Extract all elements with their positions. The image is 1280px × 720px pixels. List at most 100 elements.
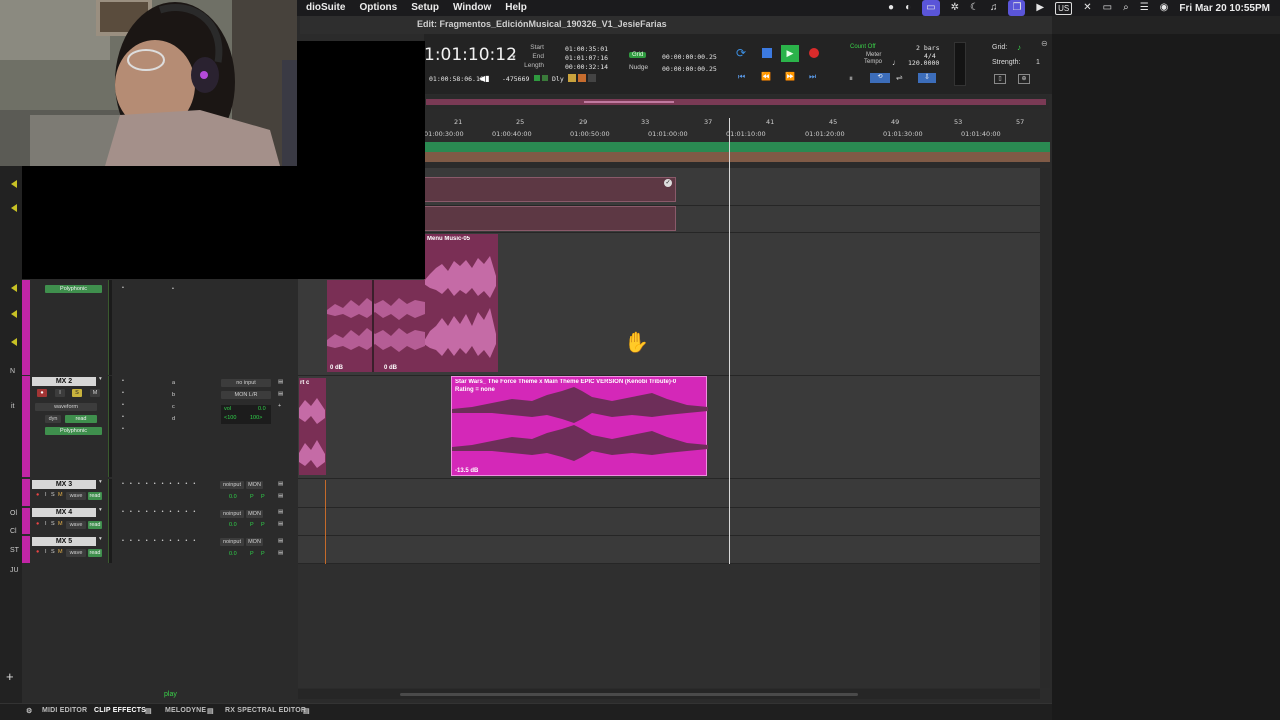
grid-right-label[interactable]: Grid: xyxy=(992,44,1007,51)
horizontal-scroll-thumb[interactable] xyxy=(400,693,858,696)
record-dot-icon[interactable]: ● xyxy=(888,0,894,16)
gear-icon[interactable]: ✲ xyxy=(951,0,959,16)
dly-label[interactable]: Dly xyxy=(552,75,564,83)
automation-mode[interactable]: read xyxy=(88,521,102,529)
speaker-icon[interactable]: ◀▮ xyxy=(479,74,490,83)
tab-rx-icon[interactable]: ▤ xyxy=(303,707,310,715)
record-arm-icon[interactable]: ● xyxy=(36,521,39,527)
tempo-label[interactable]: Tempo xyxy=(864,59,882,65)
dly-toggle-2[interactable] xyxy=(578,74,586,82)
menubar-clock[interactable]: Fri Mar 20 10:55PM xyxy=(1179,3,1270,14)
track-options-icon[interactable]: ▤ xyxy=(278,538,283,544)
play-button[interactable]: ▶ xyxy=(781,45,799,62)
insert-slot-dots[interactable]: •••••••••• xyxy=(122,538,201,544)
track-marker-icon[interactable] xyxy=(11,310,17,318)
track-marker-icon[interactable] xyxy=(11,204,17,212)
conductor-icon[interactable]: ⇌ xyxy=(896,73,903,82)
menu-app[interactable]: dioSuite xyxy=(299,0,352,16)
track-options-icon[interactable]: ▤ xyxy=(278,521,283,527)
start-value[interactable]: 01:00:35:01 xyxy=(565,45,608,53)
offset-value[interactable]: -475669 xyxy=(502,75,529,83)
play-icon[interactable]: ▶ xyxy=(1036,0,1044,16)
pre-roll-value[interactable]: 01:00:58:06.10 xyxy=(429,75,484,83)
grid-value[interactable]: 00:00:00:00.25 xyxy=(662,53,717,61)
markers-ruler[interactable] xyxy=(424,142,1050,152)
overview-strip[interactable] xyxy=(424,95,1049,109)
send-label[interactable]: d xyxy=(172,416,175,422)
timecode-ruler[interactable]: 01:00:30:00 01:00:40:00 01:00:50:00 01:0… xyxy=(424,130,1050,140)
zoom-in-icon[interactable]: ⊕ xyxy=(1018,74,1030,84)
midi-merge-icon[interactable]: ⏸ xyxy=(849,74,853,84)
nudge-value[interactable]: 00:00:00:00.25 xyxy=(662,65,717,73)
send-slot-dot[interactable]: • xyxy=(172,286,174,292)
input-monitor-button[interactable]: I xyxy=(45,492,47,498)
track-menu-icon[interactable]: ▾ xyxy=(99,376,102,382)
tab-melodyne[interactable]: MELODYNE xyxy=(165,707,206,714)
battery-icon[interactable]: ▭ xyxy=(1103,0,1112,16)
menu-setup[interactable]: Setup xyxy=(404,0,446,16)
search-icon[interactable]: ⌕ xyxy=(1123,0,1129,16)
insert-slot-dot[interactable]: • xyxy=(122,378,124,384)
menu-window[interactable]: Window xyxy=(446,0,498,16)
automation-mode[interactable]: read xyxy=(88,492,102,500)
track-name[interactable]: MX 5 xyxy=(32,537,96,546)
clip-menu-music-head[interactable]: 0 dB 0 dB xyxy=(327,280,425,372)
insert-slot-dot[interactable]: • xyxy=(122,414,124,420)
add-icon[interactable]: + xyxy=(6,669,14,684)
loop-record-icon[interactable]: ⟲ xyxy=(870,73,890,83)
solo-button[interactable]: S xyxy=(51,521,55,527)
tab-rx-spectral-editor[interactable]: RX SPECTRAL EDITOR xyxy=(225,707,306,714)
siri-icon[interactable]: ◉ xyxy=(1160,0,1169,16)
send-label[interactable]: c xyxy=(172,404,175,410)
playlist-mode-button[interactable]: Polyphonic xyxy=(45,285,102,293)
vertical-scrollbar[interactable] xyxy=(1040,168,1050,688)
headphones-icon[interactable]: ♫ xyxy=(990,0,998,16)
track-options-icon[interactable]: ▤ xyxy=(278,391,283,397)
lock-icon[interactable]: ◐ xyxy=(905,0,911,16)
loop-icon[interactable]: ⟳ xyxy=(736,46,746,60)
menu-help[interactable]: Help xyxy=(498,0,534,16)
stop-button[interactable] xyxy=(762,48,772,58)
solo-button[interactable]: S xyxy=(51,492,55,498)
clip-check-icon[interactable]: ✓ xyxy=(664,179,672,187)
go-to-end-icon[interactable]: ⏭ xyxy=(809,72,816,82)
moon-icon[interactable]: ☾ xyxy=(970,0,979,16)
insert-slot-dot[interactable]: • xyxy=(122,390,124,396)
tempo-ruler[interactable] xyxy=(424,152,1050,162)
grid-note-icon[interactable]: ♪ xyxy=(1017,43,1021,52)
mute-button[interactable]: M xyxy=(90,389,100,397)
clip-star-wars[interactable]: Star Wars_ The Force Theme x Main Theme … xyxy=(451,376,708,476)
click-icon[interactable]: ⇩ xyxy=(918,73,936,83)
track-name[interactable]: MX 3 xyxy=(32,480,96,489)
volume-value[interactable]: 0.0 xyxy=(229,551,237,557)
length-value[interactable]: 00:00:32:14 xyxy=(565,63,608,71)
volume-value[interactable]: 0.0 xyxy=(229,494,237,500)
dly-toggle[interactable] xyxy=(568,74,576,82)
bottom-gear-icon[interactable]: ⚙ xyxy=(26,707,32,715)
track-menu-icon[interactable]: ▾ xyxy=(99,536,102,542)
input-monitor-button[interactable]: I xyxy=(45,549,47,555)
clip-dark-upper[interactable]: ✓ xyxy=(424,177,676,202)
end-value[interactable]: 01:01:07:16 xyxy=(565,54,608,62)
mute-button[interactable]: M xyxy=(58,521,63,527)
solo-button[interactable]: S xyxy=(72,389,82,397)
input-selector[interactable]: noinput xyxy=(220,538,244,546)
tab-clip-effects-icon[interactable]: ▤ xyxy=(145,707,152,715)
control-center-icon[interactable]: ☰ xyxy=(1140,0,1149,16)
screen-icon[interactable]: ▭ xyxy=(922,0,940,16)
insert-slot-dots[interactable]: •••••••••• xyxy=(122,481,201,487)
output-selector[interactable]: MON L/R xyxy=(221,391,271,399)
playhead-line[interactable] xyxy=(729,118,730,564)
output-selector[interactable]: MON xyxy=(246,510,263,518)
output-selector[interactable]: MON xyxy=(246,481,263,489)
wifi-off-icon[interactable]: ✕ xyxy=(1083,0,1091,16)
input-source-icon[interactable]: US xyxy=(1055,1,1073,15)
volume-pan-display[interactable]: vol 0.0 <100 100> xyxy=(221,405,271,424)
track-options-icon[interactable]: ▤ xyxy=(278,379,283,385)
track-options-icon[interactable]: ▤ xyxy=(278,481,283,487)
nudge-label[interactable]: Nudge xyxy=(629,64,648,71)
output-selector[interactable]: MON xyxy=(246,538,263,546)
mute-button[interactable]: M xyxy=(58,549,63,555)
dly-toggle-3[interactable] xyxy=(588,74,596,82)
track-marker-icon[interactable] xyxy=(11,338,17,346)
